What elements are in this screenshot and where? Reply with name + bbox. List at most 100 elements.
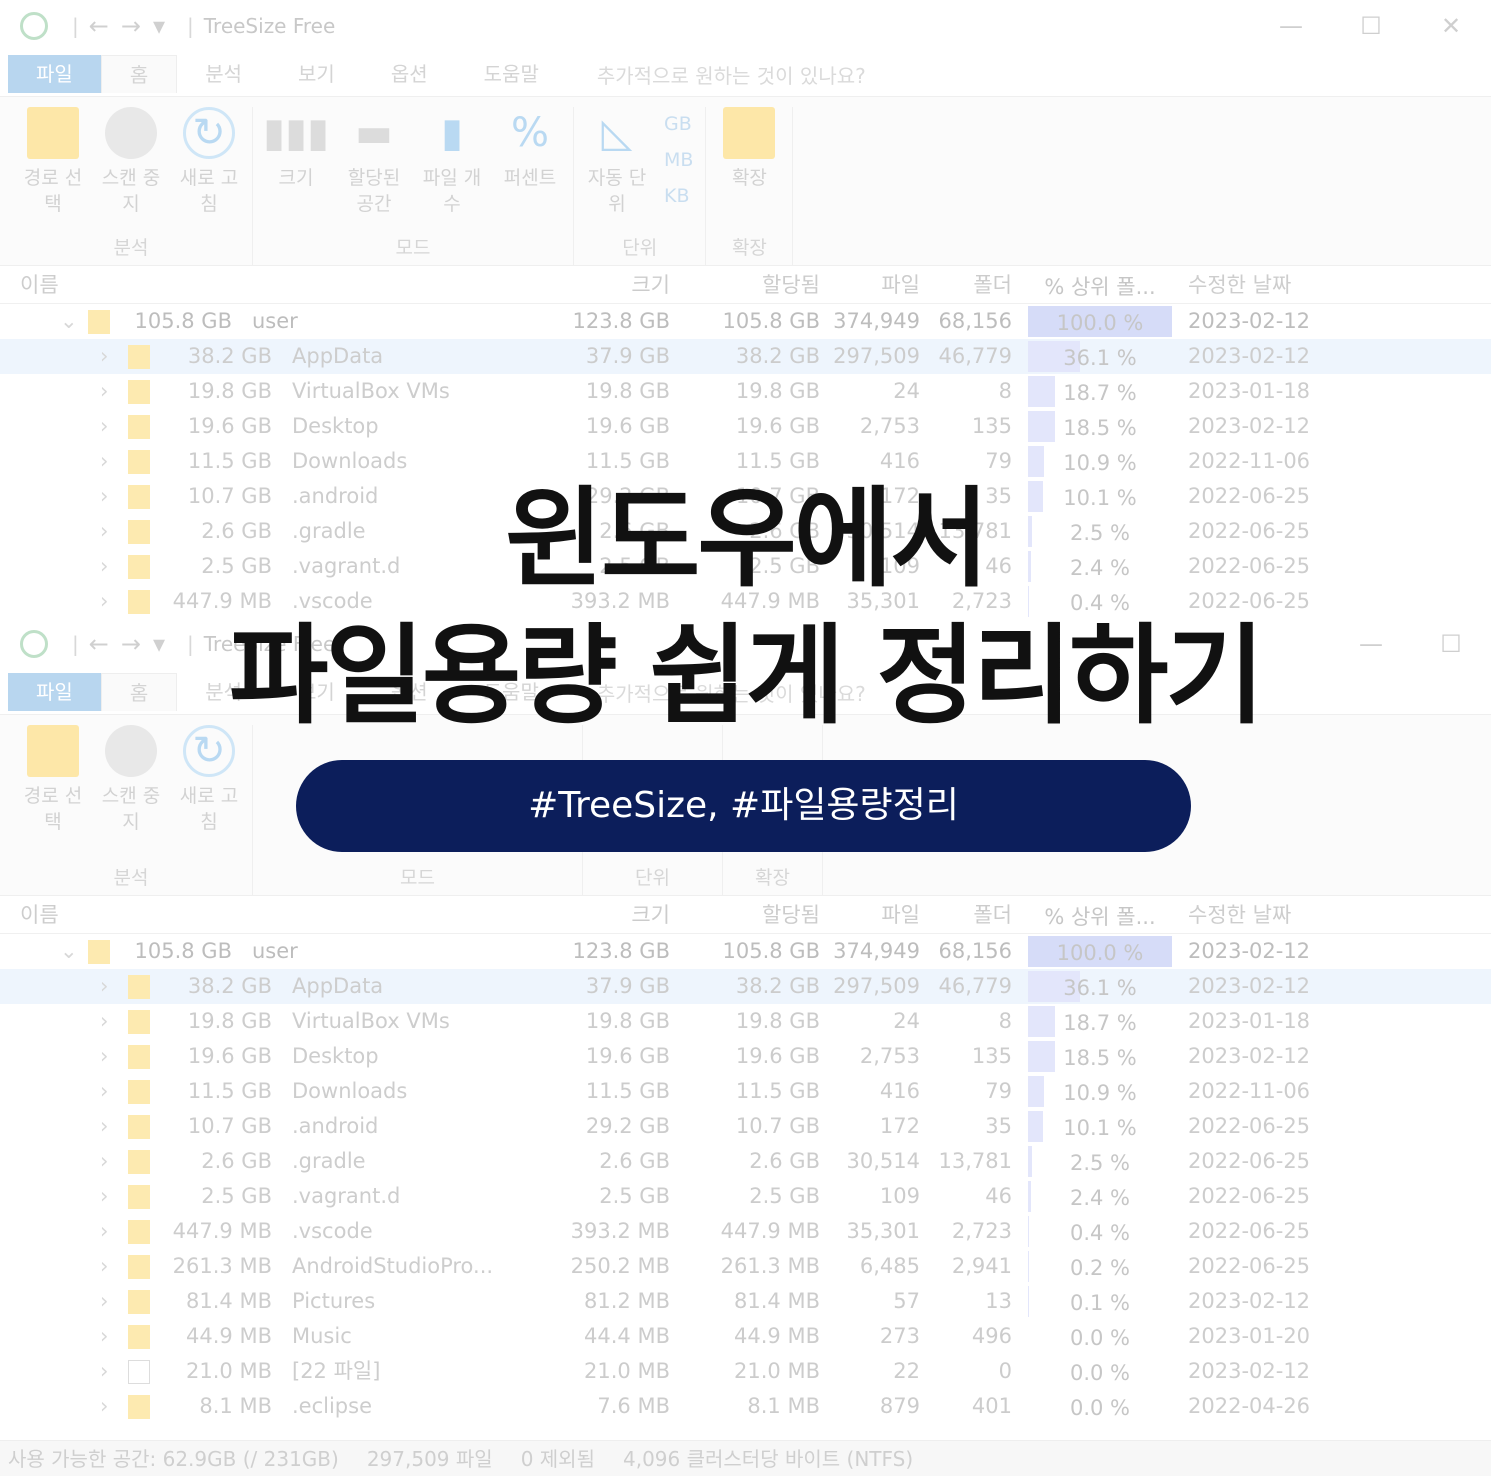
table-row[interactable]: › 10.7 GB .android 29.2 GB 10.7 GB 172 35 10.1 …: [0, 479, 1491, 514]
chevron-right-icon[interactable]: ›: [100, 514, 128, 549]
table-row[interactable]: › 38.2 GB AppData 37.9 GB 38.2 GB 297,509 46,7…: [0, 969, 1491, 1004]
minimize-button[interactable]: —: [1331, 630, 1411, 658]
chevron-right-icon[interactable]: ›: [100, 549, 128, 584]
select-path-button[interactable]: 경로 선택: [22, 725, 84, 861]
tell-me-search[interactable]: 추가적으로 원하는 것이 있나요?: [567, 678, 866, 707]
chevron-right-icon[interactable]: ›: [100, 1074, 128, 1109]
refresh-button[interactable]: ↻ 새로 고침: [178, 725, 240, 861]
maximize-button[interactable]: ☐: [1331, 12, 1411, 40]
unit-mb-button[interactable]: MB: [664, 149, 693, 171]
table-row[interactable]: › 261.3 MB AndroidStudioPro... 250.2 MB 261.…: [0, 1249, 1491, 1284]
auto-unit-button[interactable]: ◺ 자동 단위: [586, 107, 648, 231]
expand-button[interactable]: 확장: [718, 107, 780, 231]
col-folders[interactable]: 폴더: [930, 266, 1022, 303]
quick-access-dropdown-icon[interactable]: ▾: [153, 630, 165, 658]
chevron-right-icon[interactable]: ›: [100, 374, 128, 409]
table-row[interactable]: › 19.8 GB VirtualBox VMs 19.8 GB 19.8 GB 24 8 1…: [0, 374, 1491, 409]
col-allocated[interactable]: 할당됨: [680, 266, 830, 303]
table-row[interactable]: › 11.5 GB Downloads 11.5 GB 11.5 GB 416 79 10.9…: [0, 444, 1491, 479]
table-row[interactable]: › 44.9 MB Music 44.4 MB 44.9 MB 273 496 0.0 % 20…: [0, 1319, 1491, 1354]
table-row[interactable]: › 19.6 GB Desktop 19.6 GB 19.6 GB 2,753 135 18.…: [0, 409, 1491, 444]
col-modified[interactable]: 수정한 날짜: [1178, 266, 1358, 303]
chevron-right-icon[interactable]: ›: [100, 1179, 128, 1214]
table-row[interactable]: › 38.2 GB AppData 37.9 GB 38.2 GB 297,509 46,7…: [0, 339, 1491, 374]
chevron-right-icon[interactable]: ›: [100, 1354, 128, 1389]
chevron-right-icon[interactable]: ›: [100, 409, 128, 444]
stop-scan-button[interactable]: 스캔 중지: [100, 107, 162, 231]
table-row[interactable]: › 19.8 GB VirtualBox VMs 19.8 GB 19.8 GB 24 8 1…: [0, 1004, 1491, 1039]
mode-size-button[interactable]: ▮▮▮ 크기: [263, 107, 329, 231]
table-row[interactable]: › 8.1 MB .eclipse 7.6 MB 8.1 MB 879 401 0.0 % 20…: [0, 1389, 1491, 1424]
table-row[interactable]: › 2.6 GB .gradle 2.6 GB 2.6 GB 30,514 13,781 2.…: [0, 1144, 1491, 1179]
chevron-right-icon[interactable]: ›: [100, 1039, 128, 1074]
tab-help[interactable]: 도움말: [456, 55, 567, 93]
back-arrow-icon[interactable]: ←: [89, 630, 109, 658]
table-row[interactable]: › 2.5 GB .vagrant.d 2.5 GB 2.5 GB 109 46 2.4 % 2…: [0, 549, 1491, 584]
chevron-right-icon[interactable]: ›: [100, 1319, 128, 1354]
col-size[interactable]: 크기: [540, 896, 680, 933]
mode-percent-button[interactable]: % 퍼센트: [499, 107, 561, 231]
unit-kb-button[interactable]: KB: [664, 185, 693, 207]
tab-file[interactable]: 파일: [8, 673, 101, 711]
mode-allocated-button[interactable]: ▬ 할당된 공간: [343, 107, 405, 231]
forward-arrow-icon[interactable]: →: [121, 12, 141, 40]
chevron-right-icon[interactable]: ›: [100, 1109, 128, 1144]
chevron-right-icon[interactable]: ›: [100, 479, 128, 514]
table-row[interactable]: › 2.5 GB .vagrant.d 2.5 GB 2.5 GB 109 46 2.4 % 2…: [0, 1179, 1491, 1214]
chevron-right-icon[interactable]: ›: [100, 339, 128, 374]
tab-file[interactable]: 파일: [8, 55, 101, 93]
back-arrow-icon[interactable]: ←: [89, 12, 109, 40]
maximize-button[interactable]: ☐: [1411, 630, 1491, 658]
table-row[interactable]: › 10.7 GB .android 29.2 GB 10.7 GB 172 35 10.1 …: [0, 1109, 1491, 1144]
minimize-button[interactable]: —: [1251, 12, 1331, 40]
chevron-down-icon[interactable]: ⌄: [60, 934, 88, 969]
mode-file-count-button[interactable]: ▮ 파일 개수: [421, 107, 483, 231]
table-row[interactable]: ⌄ 105.8 GB user 123.8 GB 105.8 GB 374,949 68,1…: [0, 304, 1491, 339]
tab-view[interactable]: 보기: [270, 55, 363, 93]
col-allocated[interactable]: 할당됨: [680, 896, 830, 933]
table-row[interactable]: › 2.6 GB .gradle 2.6 GB 2.6 GB 30,514 13,781 2.…: [0, 514, 1491, 549]
table-row[interactable]: › 11.5 GB Downloads 11.5 GB 11.5 GB 416 79 10.9…: [0, 1074, 1491, 1109]
col-percent[interactable]: % 상위 폴...: [1028, 898, 1172, 931]
quick-access-dropdown-icon[interactable]: ▾: [153, 12, 165, 40]
close-button[interactable]: ✕: [1411, 12, 1491, 40]
chevron-down-icon[interactable]: ⌄: [60, 304, 88, 339]
table-row[interactable]: › 19.6 GB Desktop 19.6 GB 19.6 GB 2,753 135 18.…: [0, 1039, 1491, 1074]
tab-options[interactable]: 옵션: [363, 673, 456, 711]
chevron-right-icon[interactable]: ›: [100, 1004, 128, 1039]
table-row[interactable]: › 81.4 MB Pictures 81.2 MB 81.4 MB 57 13 0.1 % 2…: [0, 1284, 1491, 1319]
chevron-right-icon[interactable]: ›: [100, 1249, 128, 1284]
stop-scan-button[interactable]: 스캔 중지: [100, 725, 162, 861]
tab-analysis[interactable]: 분석: [177, 673, 270, 711]
col-name[interactable]: 이름: [0, 266, 540, 303]
chevron-right-icon[interactable]: ›: [100, 584, 128, 619]
col-percent[interactable]: % 상위 폴...: [1028, 268, 1172, 301]
chevron-right-icon[interactable]: ›: [100, 1284, 128, 1319]
refresh-button[interactable]: ↻ 새로 고침: [178, 107, 240, 231]
tab-help[interactable]: 도움말: [456, 673, 567, 711]
table-row[interactable]: › 447.9 MB .vscode 393.2 MB 447.9 MB 35,301 2,…: [0, 1214, 1491, 1249]
tab-options[interactable]: 옵션: [363, 55, 456, 93]
select-path-button[interactable]: 경로 선택: [22, 107, 84, 231]
col-files[interactable]: 파일: [830, 266, 930, 303]
col-modified[interactable]: 수정한 날짜: [1178, 896, 1358, 933]
tell-me-search[interactable]: 추가적으로 원하는 것이 있나요?: [567, 60, 866, 89]
col-files[interactable]: 파일: [830, 896, 930, 933]
chevron-right-icon[interactable]: ›: [100, 1144, 128, 1179]
table-row[interactable]: › 21.0 MB [22 파일] 21.0 MB 21.0 MB 22 0 0.0 % 202…: [0, 1354, 1491, 1389]
col-folders[interactable]: 폴더: [930, 896, 1022, 933]
table-row[interactable]: ⌄ 105.8 GB user 123.8 GB 105.8 GB 374,949 68,1…: [0, 934, 1491, 969]
unit-gb-button[interactable]: GB: [664, 113, 693, 135]
tab-analysis[interactable]: 분석: [177, 55, 270, 93]
chevron-right-icon[interactable]: ›: [100, 969, 128, 1004]
forward-arrow-icon[interactable]: →: [121, 630, 141, 658]
chevron-right-icon[interactable]: ›: [100, 444, 128, 479]
tab-home[interactable]: 홈: [100, 673, 178, 711]
col-size[interactable]: 크기: [540, 266, 680, 303]
table-row[interactable]: › 447.9 MB .vscode 393.2 MB 447.9 MB 35,301 2,…: [0, 584, 1491, 619]
tab-view[interactable]: 보기: [270, 673, 363, 711]
tab-home[interactable]: 홈: [100, 55, 178, 93]
chevron-right-icon[interactable]: ›: [100, 1389, 128, 1424]
chevron-right-icon[interactable]: ›: [100, 1214, 128, 1249]
col-name[interactable]: 이름: [0, 896, 540, 933]
